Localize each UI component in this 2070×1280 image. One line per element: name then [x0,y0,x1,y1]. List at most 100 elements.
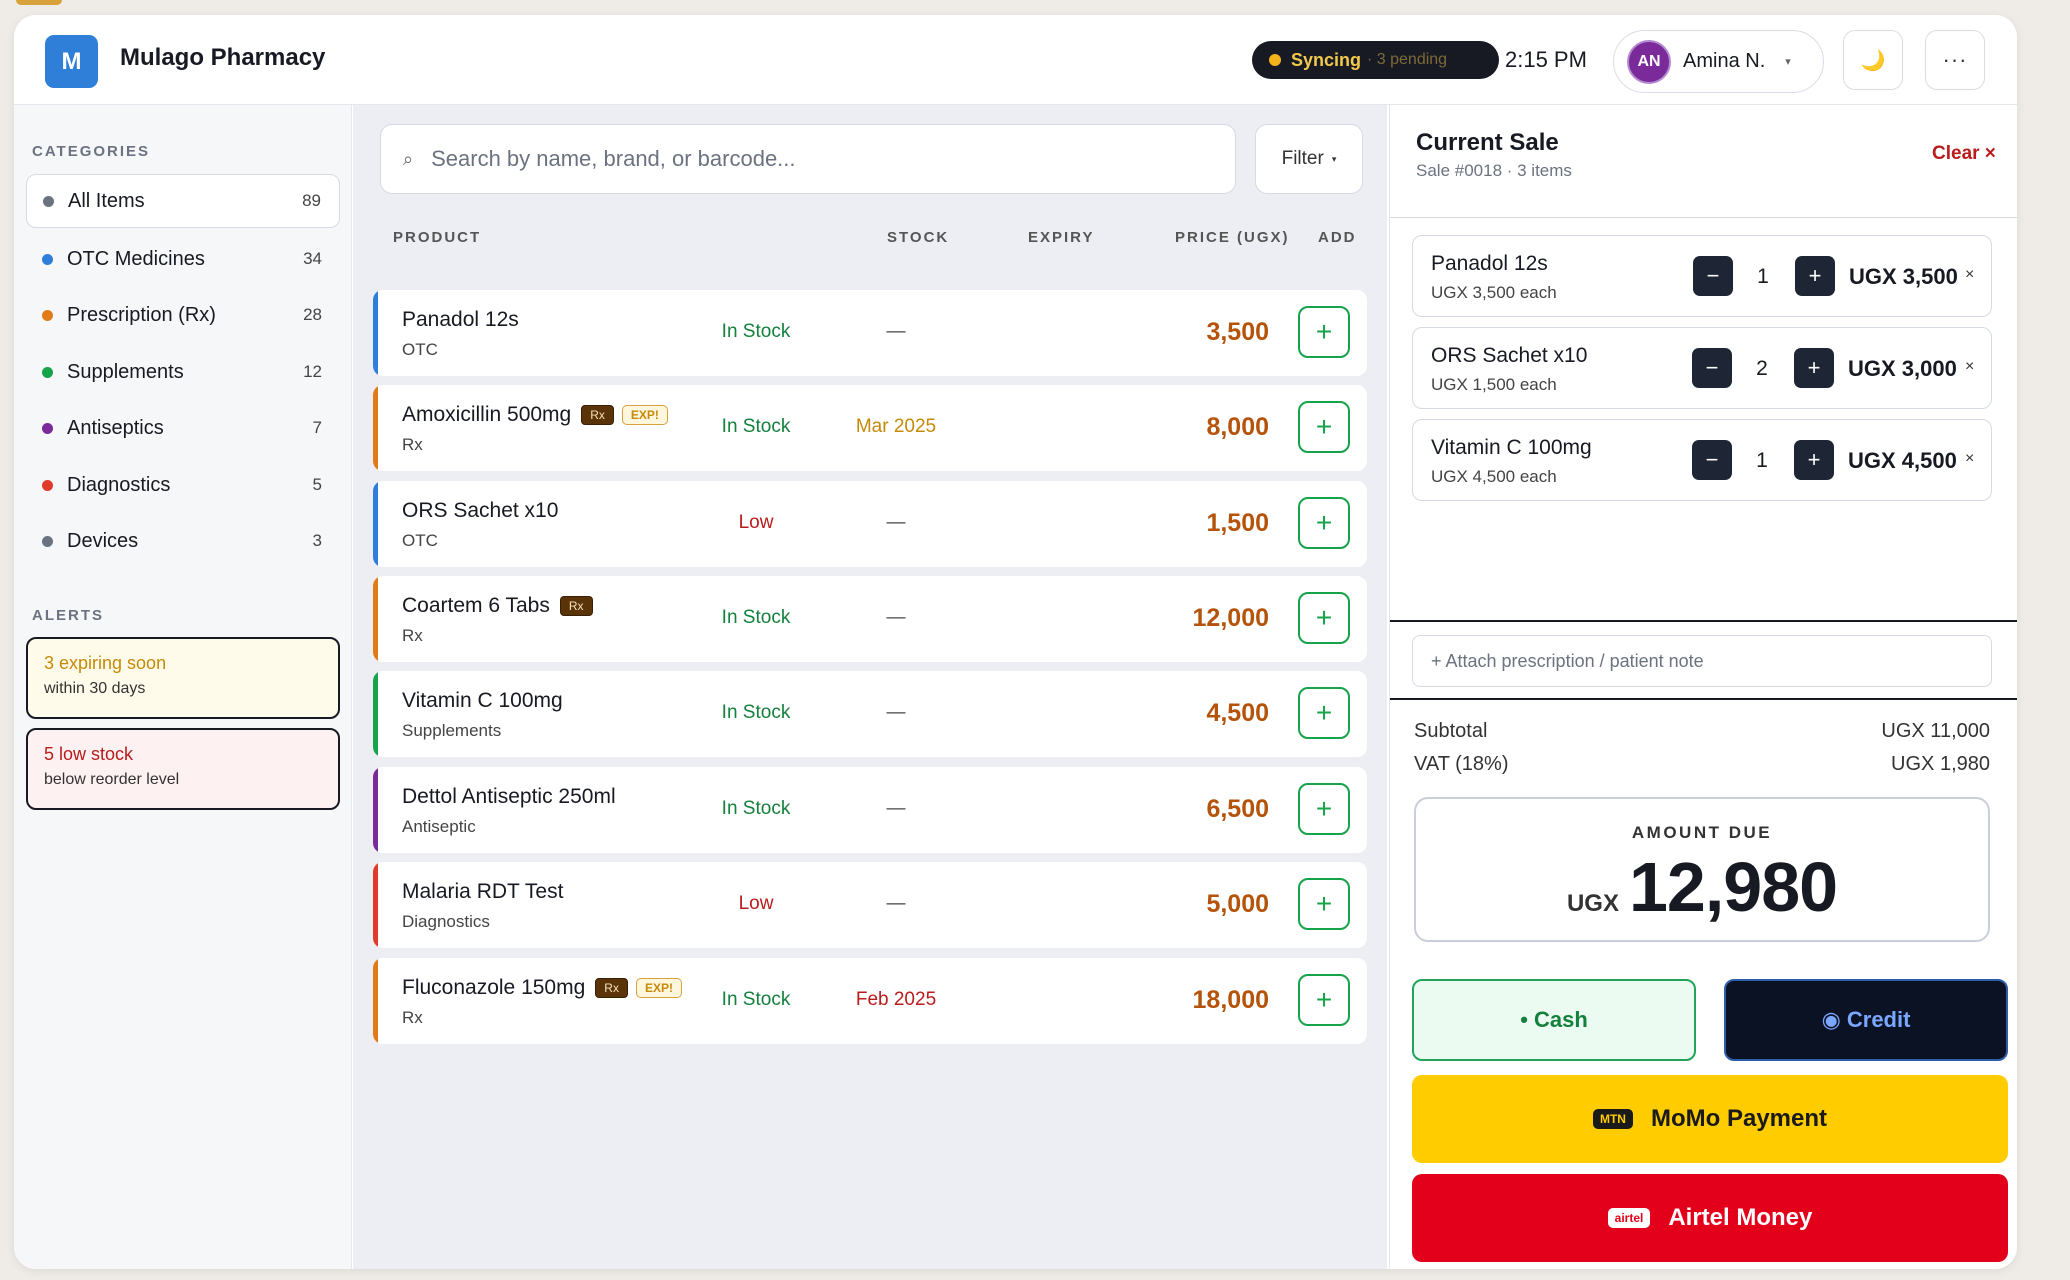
pay-credit-button[interactable]: ◉ Credit [1724,979,2008,1061]
divider [1390,698,2017,700]
table-row[interactable]: Amoxicillin 500mg Rx EXP! Rx In Stock Ma… [373,385,1367,471]
pay-airtel-button[interactable]: airtel Airtel Money [1412,1174,2008,1262]
category-color-bar [373,862,378,948]
remove-item-button[interactable]: × [1965,450,1974,468]
chevron-down-icon: ▾ [1785,56,1791,68]
clear-sale-button[interactable]: Clear × [1932,143,1996,165]
prescription-note-input[interactable]: + Attach prescription / patient note [1412,635,1992,687]
plus-icon: + [1808,263,1822,288]
cart-item-unit-price: UGX 4,500 each [1431,467,1557,486]
add-to-sale-button[interactable]: + [1298,687,1350,739]
minus-icon: − [1705,447,1719,472]
sync-status-pill[interactable]: Syncing · 3 pending [1252,41,1499,79]
plus-icon: + [1315,888,1333,919]
cart-item: Vitamin C 100mg UGX 4,500 each − 1 + UGX… [1412,419,1992,501]
amount-due-currency: UGX [1566,890,1619,917]
add-to-sale-button[interactable]: + [1298,974,1350,1026]
category-color-bar [373,481,378,567]
minus-icon: − [1706,263,1720,288]
sidebar: CATEGORIES All Items 89 OTC Medicines 34… [14,105,352,1269]
table-row[interactable]: Panadol 12s OTC In Stock — 3,500 + [373,290,1367,376]
filter-label: Filter [1281,148,1324,169]
rx-badge: Rx [581,405,614,425]
category-all-items[interactable]: All Items 89 [26,174,340,228]
plus-icon: + [1315,602,1333,633]
product-name: Panadol 12s [402,308,519,331]
category-dot-icon [42,366,53,378]
categories-heading: CATEGORIES [32,143,151,160]
product-name-group: Panadol 12s [402,308,519,332]
category-supplements[interactable]: Supplements 12 [26,345,340,399]
minus-icon: − [1705,355,1719,380]
search-input[interactable]: ⌕ Search by name, brand, or barcode... [380,124,1236,194]
add-to-sale-button[interactable]: + [1298,306,1350,358]
product-price: 4,500 [1206,699,1269,727]
table-row[interactable]: Vitamin C 100mg Supplements In Stock — 4… [373,671,1367,757]
product-name: Malaria RDT Test [402,880,564,903]
pay-momo-button[interactable]: MTN MoMo Payment [1412,1075,2008,1163]
category-diagnostics[interactable]: Diagnostics 5 [26,458,340,512]
add-to-sale-button[interactable]: + [1298,401,1350,453]
product-price: 8,000 [1206,413,1269,441]
add-to-sale-button[interactable]: + [1298,592,1350,644]
category-antiseptics[interactable]: Antiseptics 7 [26,401,340,455]
product-name-group: Malaria RDT Test [402,880,563,904]
table-row[interactable]: Malaria RDT Test Diagnostics Low — 5,000… [373,862,1367,948]
category-devices[interactable]: Devices 3 [26,514,340,568]
category-color-bar [373,767,378,853]
alert-title: 5 low stock [44,744,134,764]
alert-expiring-soon[interactable]: 3 expiring soon within 30 days [26,637,340,719]
remove-item-button[interactable]: × [1965,358,1974,376]
add-to-sale-button[interactable]: + [1298,783,1350,835]
cart-item-name: Panadol 12s [1431,252,1548,275]
product-name-group: Fluconazole 150mg Rx EXP! [402,976,682,1000]
category-otc-medicines[interactable]: OTC Medicines 34 [26,232,340,286]
increase-qty-button[interactable]: + [1795,256,1835,296]
more-icon: ··· [1942,47,1968,72]
increase-qty-button[interactable]: + [1794,440,1834,480]
user-menu[interactable]: AN Amina N. ▾ [1613,30,1824,93]
cart-item-qty: 1 [1757,265,1769,288]
current-sale-panel: Current Sale Sale #0018 · 3 items Clear … [1389,105,2017,1269]
more-options-button[interactable]: ··· [1925,30,1985,90]
amount-due-label: AMOUNT DUE [1631,823,1773,842]
column-header-price: PRICE (UGX) [1175,229,1290,246]
category-count: 12 [303,362,322,381]
product-category: Diagnostics [402,912,490,931]
category-dot-icon [42,309,53,321]
product-price: 6,500 [1206,795,1269,823]
product-price: 5,000 [1206,890,1269,918]
sale-title: Current Sale [1416,129,1559,156]
cart-item: ORS Sachet x10 UGX 1,500 each − 2 + UGX … [1412,327,1992,409]
product-name: Vitamin C 100mg [402,689,563,712]
add-to-sale-button[interactable]: + [1298,497,1350,549]
remove-item-button[interactable]: × [1965,266,1974,284]
category-prescription[interactable]: Prescription (Rx) 28 [26,288,340,342]
decrease-qty-button[interactable]: − [1693,256,1733,296]
product-category: OTC [402,531,438,550]
rx-badge: Rx [595,978,628,998]
avatar: AN [1627,39,1671,84]
category-color-bar [373,671,378,757]
os-top-strip [0,0,2070,6]
subtotal-value: UGX 11,000 [1881,720,1990,742]
user-name: Amina N. [1683,50,1766,72]
pay-cash-button[interactable]: • Cash [1412,979,1696,1061]
column-header-expiry: EXPIRY [1028,229,1095,246]
add-to-sale-button[interactable]: + [1298,878,1350,930]
alert-low-stock[interactable]: 5 low stock below reorder level [26,728,340,810]
increase-qty-button[interactable]: + [1794,348,1834,388]
decrease-qty-button[interactable]: − [1692,440,1732,480]
table-row[interactable]: Coartem 6 Tabs Rx Rx In Stock — 12,000 + [373,576,1367,662]
app-window: M Mulago Pharmacy Syncing · 3 pending 2:… [14,15,2017,1269]
product-name: Dettol Antiseptic 250ml [402,785,616,808]
category-color-bar [373,576,378,662]
theme-toggle-button[interactable]: 🌙 [1843,30,1903,90]
category-label: Supplements [67,360,184,383]
table-row[interactable]: Fluconazole 150mg Rx EXP! Rx In Stock Fe… [373,958,1367,1044]
table-row[interactable]: ORS Sachet x10 OTC Low — 1,500 + [373,481,1367,567]
filter-button[interactable]: Filter ▾ [1255,124,1363,194]
decrease-qty-button[interactable]: − [1692,348,1732,388]
table-row[interactable]: Dettol Antiseptic 250ml Antiseptic In St… [373,767,1367,853]
category-label: Prescription (Rx) [67,303,216,326]
